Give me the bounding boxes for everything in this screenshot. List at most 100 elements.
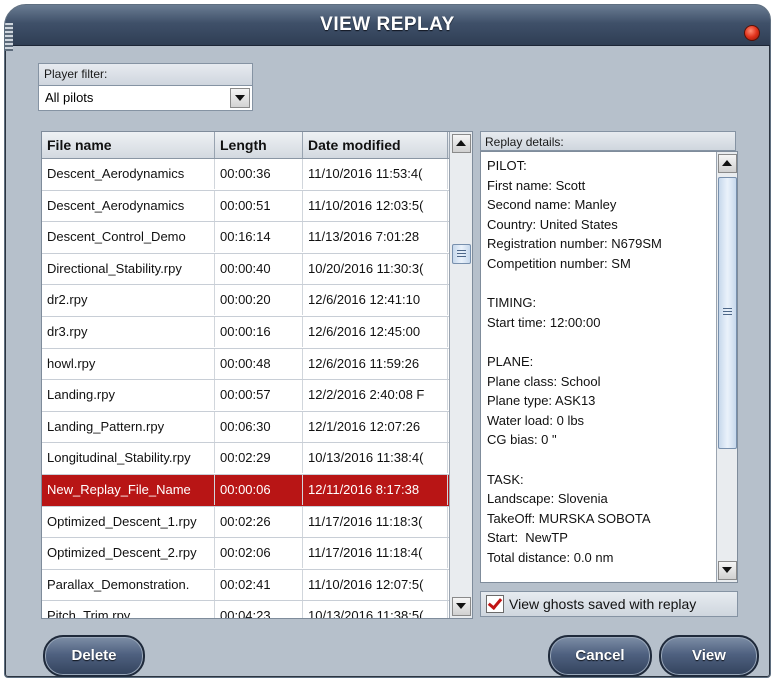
cell-length: 00:00:57 [215, 380, 303, 411]
cell-length: 00:06:30 [215, 411, 303, 442]
table-row[interactable]: Longitudinal_Stability.rpy 00:02:29 10/13/… [42, 443, 472, 475]
cell-date-modified: 11/13/2016 7:01:28 [303, 222, 448, 253]
player-filter-select[interactable]: All pilots [38, 85, 253, 111]
cell-file-name: Parallax_Demonstration. [42, 569, 215, 600]
table-row[interactable]: Descent_Control_Demo 00:16:14 11/13/2016 7… [42, 222, 472, 254]
cell-file-name: Landing_Pattern.rpy [42, 411, 215, 442]
replay-file-table: File name Length Date modified Descent_A… [41, 131, 473, 619]
table-row[interactable]: Optimized_Descent_1.rpy 00:02:26 11/17/201… [42, 506, 472, 539]
cell-length: 00:00:40 [215, 253, 303, 284]
delete-button[interactable]: Delete [43, 635, 145, 677]
cell-file-name: Optimized_Descent_2.rpy [42, 538, 215, 569]
cell-file-name: howl.rpy [42, 348, 215, 379]
cell-date-modified: 12/2/2016 2:40:08 F [303, 380, 448, 411]
cell-length: 00:04:23 [215, 601, 303, 618]
replay-detail-line [487, 332, 715, 352]
column-header-date-modified[interactable]: Date modified [303, 132, 448, 158]
cell-length: 00:00:20 [215, 285, 303, 316]
table-row[interactable]: Optimized_Descent_2.rpy 00:02:06 11/17/201… [42, 538, 472, 570]
table-row[interactable]: Landing.rpy 00:00:57 12/2/2016 2:40:08 F [42, 380, 472, 412]
replay-detail-line: TakeOff: MURSKA SOBOTA [487, 510, 651, 526]
cell-date-modified: 12/6/2016 11:59:26 [303, 348, 448, 379]
table-row[interactable]: dr3.rpy 00:00:16 12/6/2016 12:45:00 [42, 316, 472, 349]
table-body: Descent_Aerodynamics 00:00:36 11/10/2016 1… [42, 159, 472, 618]
replay-detail-line: Start time: 12:00:00 [487, 314, 601, 330]
replay-detail-line: TIMING: [487, 295, 537, 311]
table-header: File name Length Date modified [42, 132, 472, 159]
replay-detail-line [487, 450, 715, 470]
cell-length: 00:02:29 [215, 443, 303, 474]
scroll-up-icon[interactable] [452, 134, 471, 153]
player-filter-value: All pilots [45, 90, 94, 105]
cell-file-name: Descent_Aerodynamics [42, 190, 215, 221]
table-row[interactable]: Descent_Aerodynamics 00:00:51 11/10/2016 1… [42, 190, 472, 223]
replay-details-label: Replay details: [480, 131, 736, 151]
cell-length: 00:02:41 [215, 569, 303, 600]
replay-detail-line: Competition number: SM [487, 255, 631, 271]
scroll-down-icon[interactable] [718, 561, 737, 580]
cancel-button[interactable]: Cancel [548, 635, 652, 677]
player-filter-label: Player filter: [38, 63, 253, 85]
table-row[interactable]: Descent_Aerodynamics 00:00:36 11/10/2016 1… [42, 159, 472, 191]
cell-file-name: Landing.rpy [42, 380, 215, 411]
table-row[interactable]: dr2.rpy 00:00:20 12/6/2016 12:41:10 [42, 285, 472, 317]
scrollbar-thumb[interactable] [718, 177, 737, 449]
table-row[interactable]: howl.rpy 00:00:48 12/6/2016 11:59:26 [42, 348, 472, 381]
replay-detail-line: PILOT: [487, 158, 527, 173]
replay-detail-line: Start: NewTP [487, 530, 568, 546]
cell-date-modified: 12/1/2016 12:07:26 [303, 411, 448, 442]
cell-date-modified: 12/11/2016 8:17:38 [303, 474, 448, 505]
cell-date-modified: 11/10/2016 12:03:5( [303, 190, 448, 221]
replay-detail-line: CG bias: 0 " [487, 432, 557, 448]
replay-detail-line: Total distance: 0.0 nm [487, 549, 614, 565]
cell-length: 00:00:06 [215, 474, 303, 505]
table-row[interactable]: Pitch_Trim.rpy 00:04:23 10/13/2016 11:38:5… [42, 601, 472, 618]
dialog-title: VIEW REPLAY [320, 14, 455, 35]
table-row[interactable]: Parallax_Demonstration. 00:02:41 11/10/201… [42, 569, 472, 602]
table-row[interactable]: Directional_Stability.rpy 00:00:40 10/20/2… [42, 253, 472, 286]
view-button[interactable]: View [659, 635, 759, 677]
cell-file-name: Longitudinal_Stability.rpy [42, 443, 215, 474]
replay-detail-line: Landscape: Slovenia [487, 491, 608, 507]
cell-date-modified: 10/13/2016 11:38:4( [303, 443, 448, 474]
cell-date-modified: 11/10/2016 12:07:5( [303, 569, 448, 600]
replay-detail-line: PLANE: [487, 353, 534, 369]
chevron-down-icon[interactable] [230, 88, 250, 108]
view-ghosts-checkbox[interactable] [486, 595, 504, 613]
cell-length: 00:00:36 [215, 159, 303, 189]
replay-detail-line: First name: Scott [487, 177, 586, 193]
scroll-down-icon[interactable] [452, 597, 471, 616]
replay-detail-line: Second name: Manley [487, 197, 617, 213]
close-icon[interactable] [744, 25, 760, 41]
cell-length: 00:00:16 [215, 316, 303, 347]
scrollbar-thumb[interactable] [452, 244, 471, 264]
replay-detail-line: Plane class: School [487, 373, 601, 389]
replay-detail-line: Water load: 0 lbs [487, 412, 585, 428]
replay-detail-line: Country: United States [487, 216, 618, 232]
cell-file-name: Descent_Control_Demo [42, 222, 215, 253]
table-row[interactable]: Landing_Pattern.rpy 00:06:30 12/1/2016 12:… [42, 411, 472, 444]
cell-length: 00:00:48 [215, 348, 303, 379]
cell-date-modified: 12/6/2016 12:41:10 [303, 285, 448, 316]
cell-file-name: Pitch_Trim.rpy [42, 601, 215, 618]
replay-details-panel: PILOT: First name: Scott Second name: Manl… [480, 151, 738, 583]
cell-date-modified: 11/17/2016 11:18:4( [303, 538, 448, 569]
table-scrollbar[interactable] [449, 132, 472, 618]
column-header-length[interactable]: Length [215, 132, 303, 158]
replay-detail-line [487, 274, 715, 294]
view-ghosts-option[interactable]: View ghosts saved with replay [480, 591, 738, 617]
cell-length: 00:00:51 [215, 190, 303, 221]
replay-detail-line: TASK: [487, 471, 524, 487]
view-ghosts-label: View ghosts saved with replay [509, 596, 697, 612]
cell-file-name: Directional_Stability.rpy [42, 253, 215, 284]
cell-file-name: Descent_Aerodynamics [42, 159, 215, 189]
cell-date-modified: 12/6/2016 12:45:00 [303, 316, 448, 347]
cell-length: 00:02:06 [215, 538, 303, 569]
details-scrollbar[interactable] [716, 152, 737, 582]
cell-length: 00:02:26 [215, 506, 303, 537]
scroll-up-icon[interactable] [718, 154, 737, 173]
cell-date-modified: 11/17/2016 11:18:3( [303, 506, 448, 537]
cell-file-name: dr3.rpy [42, 316, 215, 347]
column-header-file-name[interactable]: File name [42, 132, 215, 158]
table-row-selected[interactable]: New_Replay_File_Name 00:00:06 12/11/2016 8… [42, 474, 472, 507]
